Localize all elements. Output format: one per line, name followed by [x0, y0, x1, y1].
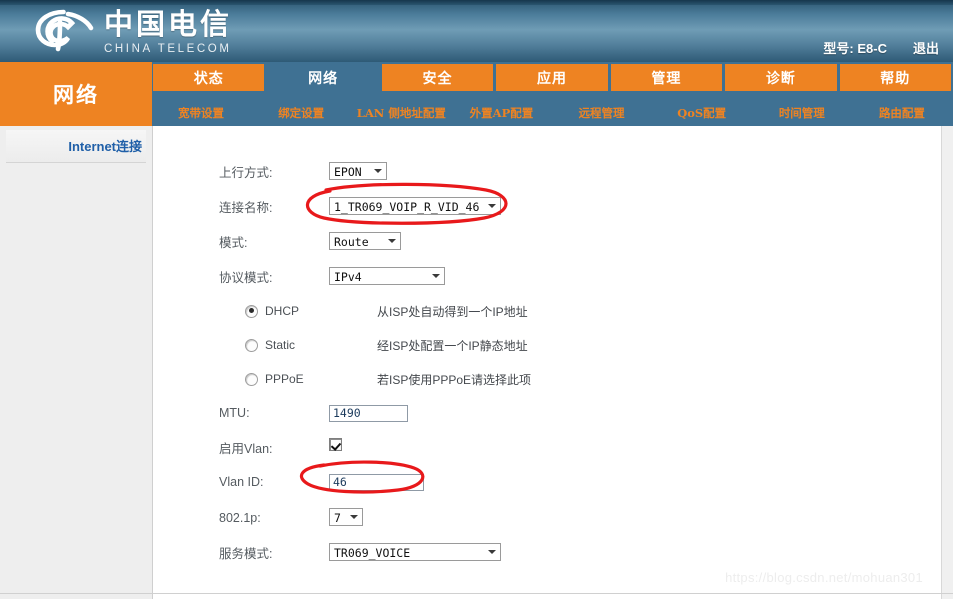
enable-vlan-control: [329, 438, 342, 456]
row-connection-name: 连接名称: 1_TR069_VOIP_R_VID_46: [219, 189, 531, 224]
bottom-divider: [0, 593, 953, 594]
tab-6[interactable]: 帮助: [839, 64, 951, 91]
vlan-id-control: [329, 473, 424, 491]
tab-4[interactable]: 管理: [610, 64, 723, 91]
dot1p-control: 7: [329, 508, 363, 527]
subtab-0[interactable]: 宽带设置: [152, 91, 251, 124]
subtab-7[interactable]: 路由配置: [852, 91, 951, 124]
uplink-mode-control: EPON: [329, 162, 387, 181]
mode-label: 模式:: [219, 236, 248, 250]
sidebar-item-internet-connection[interactable]: Internet连接: [6, 130, 146, 163]
row-protocol-mode: 协议模式: IPv4: [219, 259, 531, 294]
radio-pppoe[interactable]: [245, 372, 258, 386]
main-tab-bar: 状态 网络 安全 应用 管理 诊断 帮助: [152, 62, 953, 91]
subtab-2[interactable]: LAN 侧地址配置: [352, 91, 451, 124]
ip-mode-radio-group: DHCP 从ISP处自动得到一个IP地址 Static 经ISP处配置一个IP静态地址…: [219, 294, 531, 396]
mtu-input[interactable]: [329, 405, 408, 422]
sub-tab-bar: 宽带设置 绑定设置 LAN 侧地址配置 外置AP配置 远程管理 QoS配置 时间管理 路由配置: [152, 91, 953, 124]
china-telecom-logo-icon: [30, 8, 96, 54]
row-service-mode: 服务模式: TR069_VOICE: [219, 535, 531, 570]
row-ip-mode-0: DHCP 从ISP处自动得到一个IP地址: [219, 294, 531, 328]
subtab-6[interactable]: 时间管理: [752, 91, 851, 124]
chevron-down-icon: [350, 515, 358, 520]
radio-desc-pppoe: 若ISP使用PPPoE请选择此项: [377, 372, 532, 387]
subtab-3[interactable]: 外置AP配置: [452, 91, 551, 124]
dot1p-select[interactable]: 7: [329, 508, 363, 527]
row-mtu: MTU:: [219, 396, 531, 430]
protocol-mode-select[interactable]: IPv4: [329, 267, 445, 286]
chevron-down-icon: [388, 239, 396, 244]
mtu-label: MTU:: [219, 406, 250, 420]
sidebar: Internet连接: [0, 126, 153, 599]
model-label: 型号: E8-C: [823, 41, 887, 56]
chevron-down-icon: [432, 274, 440, 279]
chevron-down-icon: [488, 204, 496, 209]
row-enable-vlan: 启用Vlan:: [219, 430, 531, 464]
right-gutter: [942, 126, 953, 599]
row-ip-mode-1: Static 经ISP处配置一个IP静态地址: [219, 328, 531, 362]
row-vlan-id: Vlan ID:: [219, 464, 531, 500]
enable-vlan-checkbox[interactable]: [329, 438, 342, 451]
connection-name-control: 1_TR069_VOIP_R_VID_46: [329, 197, 501, 216]
brand-name-cn: 中国电信: [104, 7, 233, 41]
protocol-mode-control: IPv4: [329, 267, 445, 286]
sidebar-item-label: Internet连接: [68, 139, 142, 154]
subtab-1[interactable]: 绑定设置: [252, 91, 351, 124]
vlan-id-label: Vlan ID:: [219, 475, 264, 489]
row-dot1p: 802.1p: 7: [219, 500, 531, 535]
tab-1[interactable]: 网络: [267, 64, 379, 91]
content-panel: 上行方式: EPON 连接名称: 1_TR069_VOIP_R_VID_46 模…: [153, 126, 942, 599]
section-title: 网络: [0, 62, 152, 126]
mode-select[interactable]: Route: [329, 232, 401, 251]
watermark: https://blog.csdn.net/mohuan301: [725, 570, 923, 585]
uplink-mode-select[interactable]: EPON: [329, 162, 387, 181]
radio-dhcp[interactable]: [245, 304, 258, 318]
tab-2[interactable]: 安全: [381, 64, 494, 91]
service-mode-select[interactable]: TR069_VOICE: [329, 543, 501, 562]
row-mode: 模式: Route: [219, 224, 531, 259]
service-mode-control: TR069_VOICE: [329, 543, 501, 562]
chevron-down-icon: [374, 169, 382, 174]
connection-name-label: 连接名称:: [219, 201, 273, 215]
brand-banner: 中国电信 CHINA TELECOM 型号: E8-C 退出: [0, 0, 953, 62]
protocol-mode-label: 协议模式:: [219, 271, 273, 285]
brand-logo: 中国电信 CHINA TELECOM: [30, 8, 232, 56]
mode-control: Route: [329, 232, 401, 251]
connection-name-select[interactable]: 1_TR069_VOIP_R_VID_46: [329, 197, 501, 216]
radio-label-dhcp: DHCP: [265, 304, 300, 318]
radio-label-pppoe: PPPoE: [265, 372, 304, 386]
dot1p-label: 802.1p:: [219, 510, 261, 525]
subtab-5[interactable]: QoS配置: [652, 91, 751, 124]
service-mode-value: TR069_VOICE: [334, 546, 411, 561]
broadband-settings-form: 上行方式: EPON 连接名称: 1_TR069_VOIP_R_VID_46 模…: [219, 154, 531, 570]
chevron-down-icon: [488, 550, 496, 555]
tab-0[interactable]: 状态: [153, 64, 265, 91]
radio-static[interactable]: [245, 338, 258, 352]
radio-desc-static: 经ISP处配置一个IP静态地址: [377, 338, 528, 353]
header-right: 型号: E8-C 退出: [823, 38, 939, 57]
mtu-control: [329, 404, 408, 422]
radio-label-static: Static: [265, 338, 296, 352]
router-admin-page: 中国电信 CHINA TELECOM 型号: E8-C 退出 网络 状态 网络 安全…: [0, 0, 953, 599]
radio-desc-dhcp: 从ISP处自动得到一个IP地址: [377, 304, 528, 319]
brand-name-en: CHINA TELECOM: [104, 43, 232, 55]
mode-value: Route: [334, 235, 369, 250]
connection-name-value: 1_TR069_VOIP_R_VID_46: [334, 200, 480, 215]
protocol-mode-value: IPv4: [334, 270, 362, 285]
logout-button[interactable]: 退出: [913, 38, 939, 57]
tab-5[interactable]: 诊断: [725, 64, 837, 91]
vlan-id-input[interactable]: [329, 474, 424, 491]
service-mode-label: 服务模式:: [219, 547, 273, 561]
tab-3[interactable]: 应用: [496, 64, 608, 91]
navigation: 状态 网络 安全 应用 管理 诊断 帮助 宽带设置 绑定设置 LAN 侧地址配置 外置AP配置 远程…: [152, 62, 953, 126]
row-uplink-mode: 上行方式: EPON: [219, 154, 531, 189]
enable-vlan-label: 启用Vlan:: [219, 441, 273, 456]
row-ip-mode-2: PPPoE 若ISP使用PPPoE请选择此项: [219, 362, 531, 396]
subtab-4[interactable]: 远程管理: [552, 91, 651, 124]
uplink-mode-label: 上行方式:: [219, 166, 273, 180]
